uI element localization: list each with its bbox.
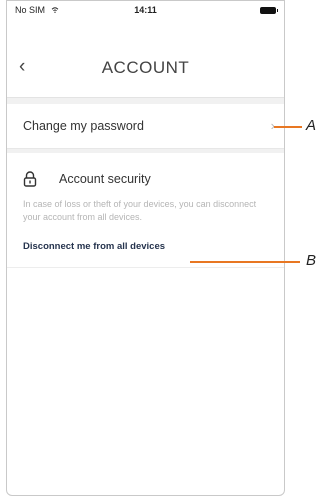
phone-screen: No SIM 14:11 ‹ ACCOUNT Change my passwor… bbox=[6, 0, 285, 496]
disconnect-all-devices-link[interactable]: Disconnect me from all devices bbox=[23, 241, 165, 252]
change-password-row[interactable]: Change my password › bbox=[7, 104, 284, 148]
account-security-description: In case of loss or theft of your devices… bbox=[23, 199, 257, 222]
status-bar: No SIM 14:11 bbox=[7, 1, 284, 23]
battery-icon bbox=[260, 7, 278, 14]
status-time: 14:11 bbox=[134, 5, 157, 15]
page-title: ACCOUNT bbox=[101, 58, 190, 77]
callout-a-label: A bbox=[306, 117, 317, 134]
lock-icon bbox=[23, 171, 37, 187]
callout-b-line bbox=[190, 261, 300, 263]
page-header: ‹ ACCOUNT bbox=[7, 56, 284, 91]
section-divider bbox=[7, 97, 284, 104]
account-security-title: Account security bbox=[59, 172, 151, 186]
callout-b-label: B bbox=[306, 252, 317, 269]
callout-a-line bbox=[274, 126, 302, 128]
section-divider bbox=[7, 148, 284, 153]
change-password-label: Change my password bbox=[23, 119, 144, 133]
row-divider bbox=[7, 267, 284, 268]
